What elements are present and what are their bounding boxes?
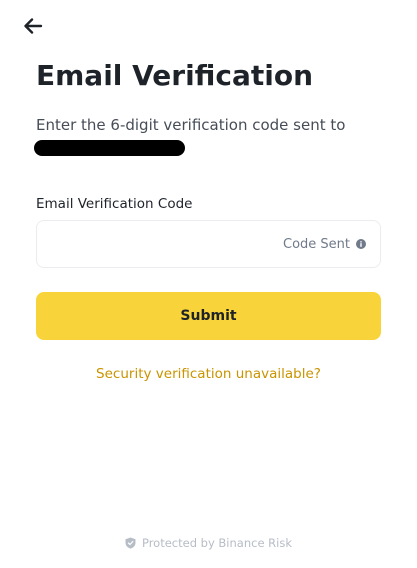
shield-icon: [125, 537, 136, 549]
back-button[interactable]: [20, 14, 46, 38]
code-field-label: Email Verification Code: [36, 196, 193, 212]
code-sent-status: Code Sent: [283, 237, 366, 252]
arrow-left-icon: [24, 18, 43, 34]
page-title: Email Verification: [36, 59, 314, 92]
verification-code-field[interactable]: Code Sent: [36, 220, 381, 268]
footer-text: Protected by Binance Risk: [141, 536, 293, 550]
redacted-email: [34, 140, 185, 156]
submit-button[interactable]: Submit: [36, 292, 381, 340]
security-verification-unavailable-link[interactable]: Security verification unavailable?: [36, 364, 381, 384]
info-icon[interactable]: [356, 239, 366, 249]
footer: Protected by Binance Risk: [0, 536, 417, 550]
code-sent-label: Code Sent: [283, 236, 350, 252]
instruction-text: Enter the 6-digit verification code sent…: [36, 116, 346, 134]
verification-code-input[interactable]: [49, 221, 283, 267]
